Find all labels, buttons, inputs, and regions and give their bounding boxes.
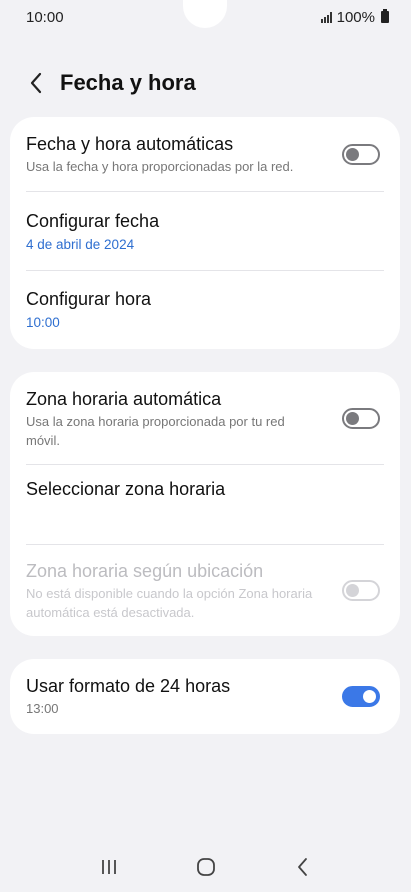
back-icon [297,858,307,876]
signal-icon [320,11,332,23]
app-header: Fecha y hora [0,60,411,106]
format-card: Usar formato de 24 horas 13:00 [10,659,400,734]
status-icons: 100% [320,8,389,26]
set-date-title: Configurar fecha [26,210,160,231]
format-24h-value: 13:00 [26,701,59,716]
camera-notch [183,0,227,28]
format-24h-title: Usar formato de 24 horas [26,676,231,696]
battery-percent: 100% [336,8,375,26]
status-time: 10:00 [26,8,64,26]
auto-datetime-subtitle: Usa la fecha y hora proporcionadas por l… [26,159,294,174]
select-timezone-title: Seleccionar zona horaria [26,479,226,499]
datetime-card: Fecha y hora automáticas Usa la fecha y … [10,117,400,349]
auto-timezone-toggle[interactable] [342,408,380,429]
recent-apps-button[interactable] [89,847,129,887]
set-date-value: 4 de abril de 2024 [26,236,135,252]
home-button[interactable] [186,847,226,887]
location-timezone-title: Zona horaria según ubicación [26,560,264,581]
recent-apps-icon [101,860,116,874]
auto-datetime-row[interactable]: Fecha y hora automáticas Usa la fecha y … [10,117,400,192]
battery-icon [381,9,389,23]
auto-timezone-row[interactable]: Zona horaria automática Usa la zona hora… [10,372,400,465]
nav-back-button[interactable] [283,847,323,887]
auto-timezone-title: Zona horaria automática [26,388,222,409]
set-time-row[interactable]: Configurar hora 10:00 [10,271,400,349]
select-timezone-row[interactable]: Seleccionar zona horaria [10,465,400,545]
auto-timezone-subtitle: Usa la zona horaria proporcionada por tu… [26,413,285,448]
navigation-bar [0,842,411,892]
set-time-title: Configurar hora [26,289,152,309]
location-timezone-toggle [342,580,380,601]
format-24h-toggle[interactable] [342,686,380,707]
back-button[interactable] [18,65,54,101]
location-timezone-row: Zona horaria según ubicación No está dis… [10,545,400,636]
set-time-value: 10:00 [26,315,60,330]
set-date-row[interactable]: Configurar fecha 4 de abril de 2024 [10,192,400,271]
timezone-card: Zona horaria automática Usa la zona hora… [10,372,400,636]
location-timezone-subtitle: No está disponible cuando la opción Zona… [26,585,313,620]
format-24h-row[interactable]: Usar formato de 24 horas 13:00 [10,659,400,734]
auto-datetime-toggle[interactable] [342,144,380,165]
chevron-left-icon [30,72,42,94]
home-icon [196,858,215,876]
auto-datetime-title: Fecha y hora automáticas [26,134,234,154]
status-bar: 10:00 100% [0,0,411,34]
page-title: Fecha y hora [60,70,196,95]
